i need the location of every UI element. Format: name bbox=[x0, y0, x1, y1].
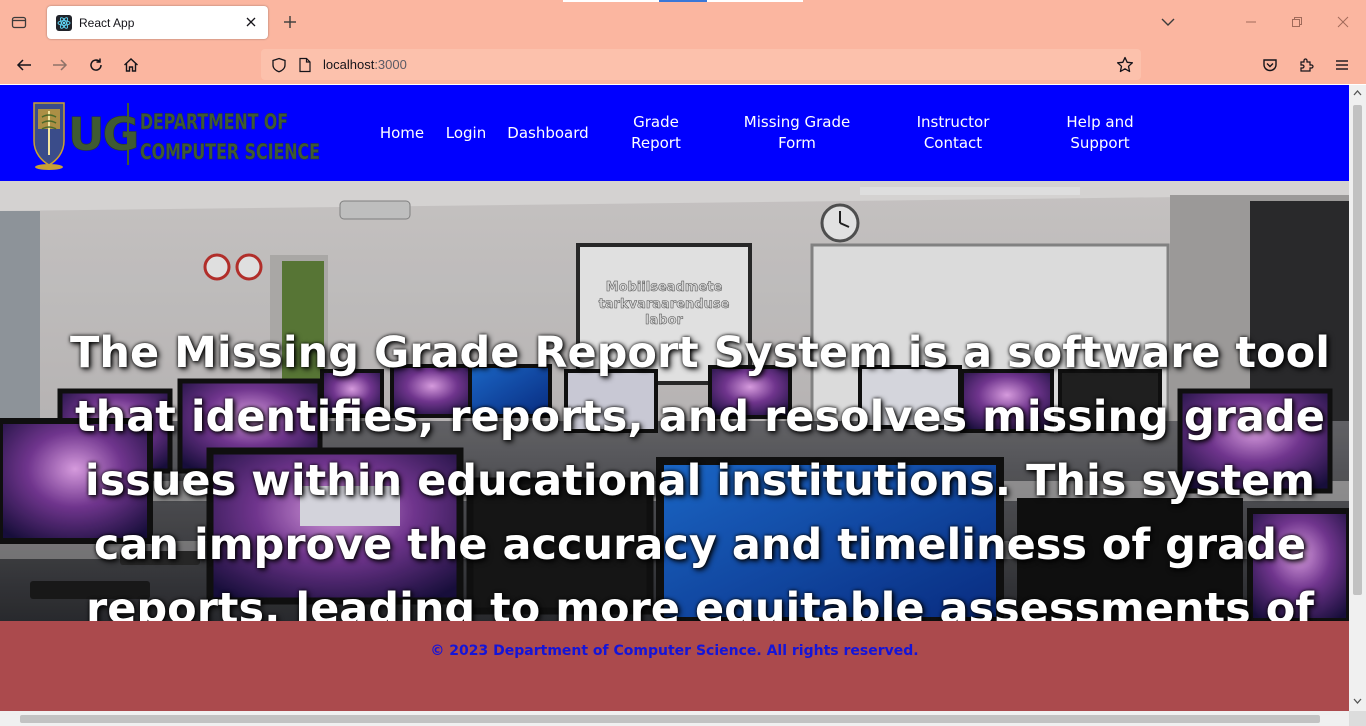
list-all-tabs-button[interactable] bbox=[1157, 11, 1179, 33]
hero-description: The Missing Grade Report System is a sof… bbox=[70, 328, 1330, 621]
nav-dashboard[interactable]: Dashboard bbox=[502, 85, 594, 181]
nav-missing-grade-form[interactable]: Missing Grade Form bbox=[730, 85, 864, 181]
hamburger-menu-icon bbox=[1336, 60, 1348, 70]
nav-help-support[interactable]: Help and Support bbox=[1046, 85, 1154, 181]
app-menu-button[interactable] bbox=[1328, 52, 1356, 78]
nav-instructor-contact[interactable]: Instructor Contact bbox=[898, 85, 1008, 181]
nav-grade-report-label: Grade Report bbox=[631, 112, 681, 154]
close-icon bbox=[246, 17, 256, 27]
tab-close-button[interactable] bbox=[243, 14, 259, 30]
horizontal-scrollbar[interactable] bbox=[0, 711, 1349, 726]
active-tab[interactable]: React App bbox=[47, 6, 268, 39]
tab-bar-accent bbox=[563, 0, 659, 2]
back-button[interactable] bbox=[10, 52, 38, 78]
nav-home-label: Home bbox=[379, 123, 425, 142]
nav-dashboard-label: Dashboard bbox=[507, 123, 589, 142]
copyright-text: © 2023 Department of Computer Science. A… bbox=[430, 643, 919, 659]
nav-grade-report-line2: Report bbox=[631, 134, 681, 152]
site-footer: © 2023 Department of Computer Science. A… bbox=[0, 621, 1349, 711]
university-crest-icon: UG DEPARTMENT OF COMPUTER SCIENCE bbox=[33, 102, 320, 170]
puzzle-icon bbox=[1300, 58, 1314, 72]
nav-grade-report[interactable]: Grade Report bbox=[612, 85, 700, 181]
tab-title: React App bbox=[79, 15, 135, 30]
nav-missing-grade-line1: Missing Grade bbox=[743, 113, 851, 131]
nav-instructor-line1: Instructor bbox=[916, 113, 990, 131]
pocket-button[interactable] bbox=[1256, 52, 1284, 78]
vertical-scrollbar[interactable] bbox=[1349, 85, 1366, 711]
home-button[interactable] bbox=[117, 52, 145, 78]
arrow-left-icon bbox=[16, 59, 31, 71]
minimize-icon bbox=[1246, 21, 1256, 23]
nav-help-support-label: Help and Support bbox=[1066, 112, 1133, 154]
arrow-right-icon bbox=[53, 59, 68, 71]
scroll-down-arrow-icon[interactable] bbox=[1353, 697, 1362, 705]
forward-button[interactable] bbox=[46, 52, 74, 78]
react-icon bbox=[56, 14, 72, 31]
svg-text:COMPUTER SCIENCE: COMPUTER SCIENCE bbox=[140, 140, 320, 164]
home-icon bbox=[124, 58, 138, 72]
nav-instructor-contact-label: Instructor Contact bbox=[917, 112, 990, 154]
extensions-button[interactable] bbox=[1292, 52, 1320, 78]
pocket-icon bbox=[1263, 59, 1277, 72]
horizontal-scroll-thumb[interactable] bbox=[20, 715, 1320, 723]
nav-help-line1: Help and bbox=[1066, 113, 1134, 131]
vertical-scroll-thumb[interactable] bbox=[1353, 105, 1362, 595]
plus-icon bbox=[284, 16, 296, 28]
minimize-button[interactable] bbox=[1240, 11, 1262, 33]
reload-button[interactable] bbox=[82, 52, 110, 78]
scroll-up-arrow-icon[interactable] bbox=[1353, 89, 1362, 97]
page-icon[interactable] bbox=[298, 57, 312, 73]
close-icon bbox=[1337, 16, 1349, 28]
tab-bar-accent-blue bbox=[659, 0, 707, 2]
nav-missing-grade-line2: Form bbox=[778, 134, 816, 152]
url-host: localhost bbox=[323, 57, 375, 72]
browser-nav-bar: localhost:3000 bbox=[0, 44, 1366, 84]
url-text[interactable]: localhost:3000 bbox=[323, 57, 407, 72]
nav-login-label: Login bbox=[445, 123, 487, 142]
hero-section: Mobiilseadmete tarkvaraarenduse labor Th… bbox=[0, 181, 1349, 621]
site-header: UG DEPARTMENT OF COMPUTER SCIENCE Home L… bbox=[0, 85, 1349, 181]
nav-instructor-line2: Contact bbox=[923, 134, 983, 152]
address-bar[interactable]: localhost:3000 bbox=[261, 49, 1141, 80]
restore-button[interactable] bbox=[1286, 11, 1308, 33]
shield-icon[interactable] bbox=[271, 57, 287, 73]
reload-icon bbox=[90, 58, 102, 71]
bookmark-star-icon[interactable] bbox=[1116, 56, 1134, 74]
nav-grade-report-line1: Grade bbox=[633, 113, 679, 131]
nav-home[interactable]: Home bbox=[373, 85, 431, 181]
nav-login[interactable]: Login bbox=[440, 85, 492, 181]
chevron-down-icon bbox=[1161, 18, 1175, 26]
window-close-button[interactable] bbox=[1332, 11, 1354, 33]
nav-missing-grade-form-label: Missing Grade Form bbox=[744, 112, 850, 154]
tab-list-button[interactable] bbox=[8, 11, 30, 33]
new-tab-button[interactable] bbox=[279, 11, 301, 33]
tab-list-icon bbox=[11, 16, 27, 29]
svg-text:DEPARTMENT OF: DEPARTMENT OF bbox=[140, 110, 288, 134]
url-port: :3000 bbox=[374, 57, 407, 72]
page-viewport: UG DEPARTMENT OF COMPUTER SCIENCE Home L… bbox=[0, 85, 1349, 711]
tab-bar-accent bbox=[707, 0, 803, 2]
department-logo[interactable]: UG DEPARTMENT OF COMPUTER SCIENCE bbox=[32, 101, 322, 171]
browser-tab-bar: React App bbox=[0, 0, 1366, 44]
restore-icon bbox=[1292, 17, 1302, 27]
nav-help-line2: Support bbox=[1070, 134, 1130, 152]
scrollbar-corner bbox=[1349, 711, 1366, 726]
